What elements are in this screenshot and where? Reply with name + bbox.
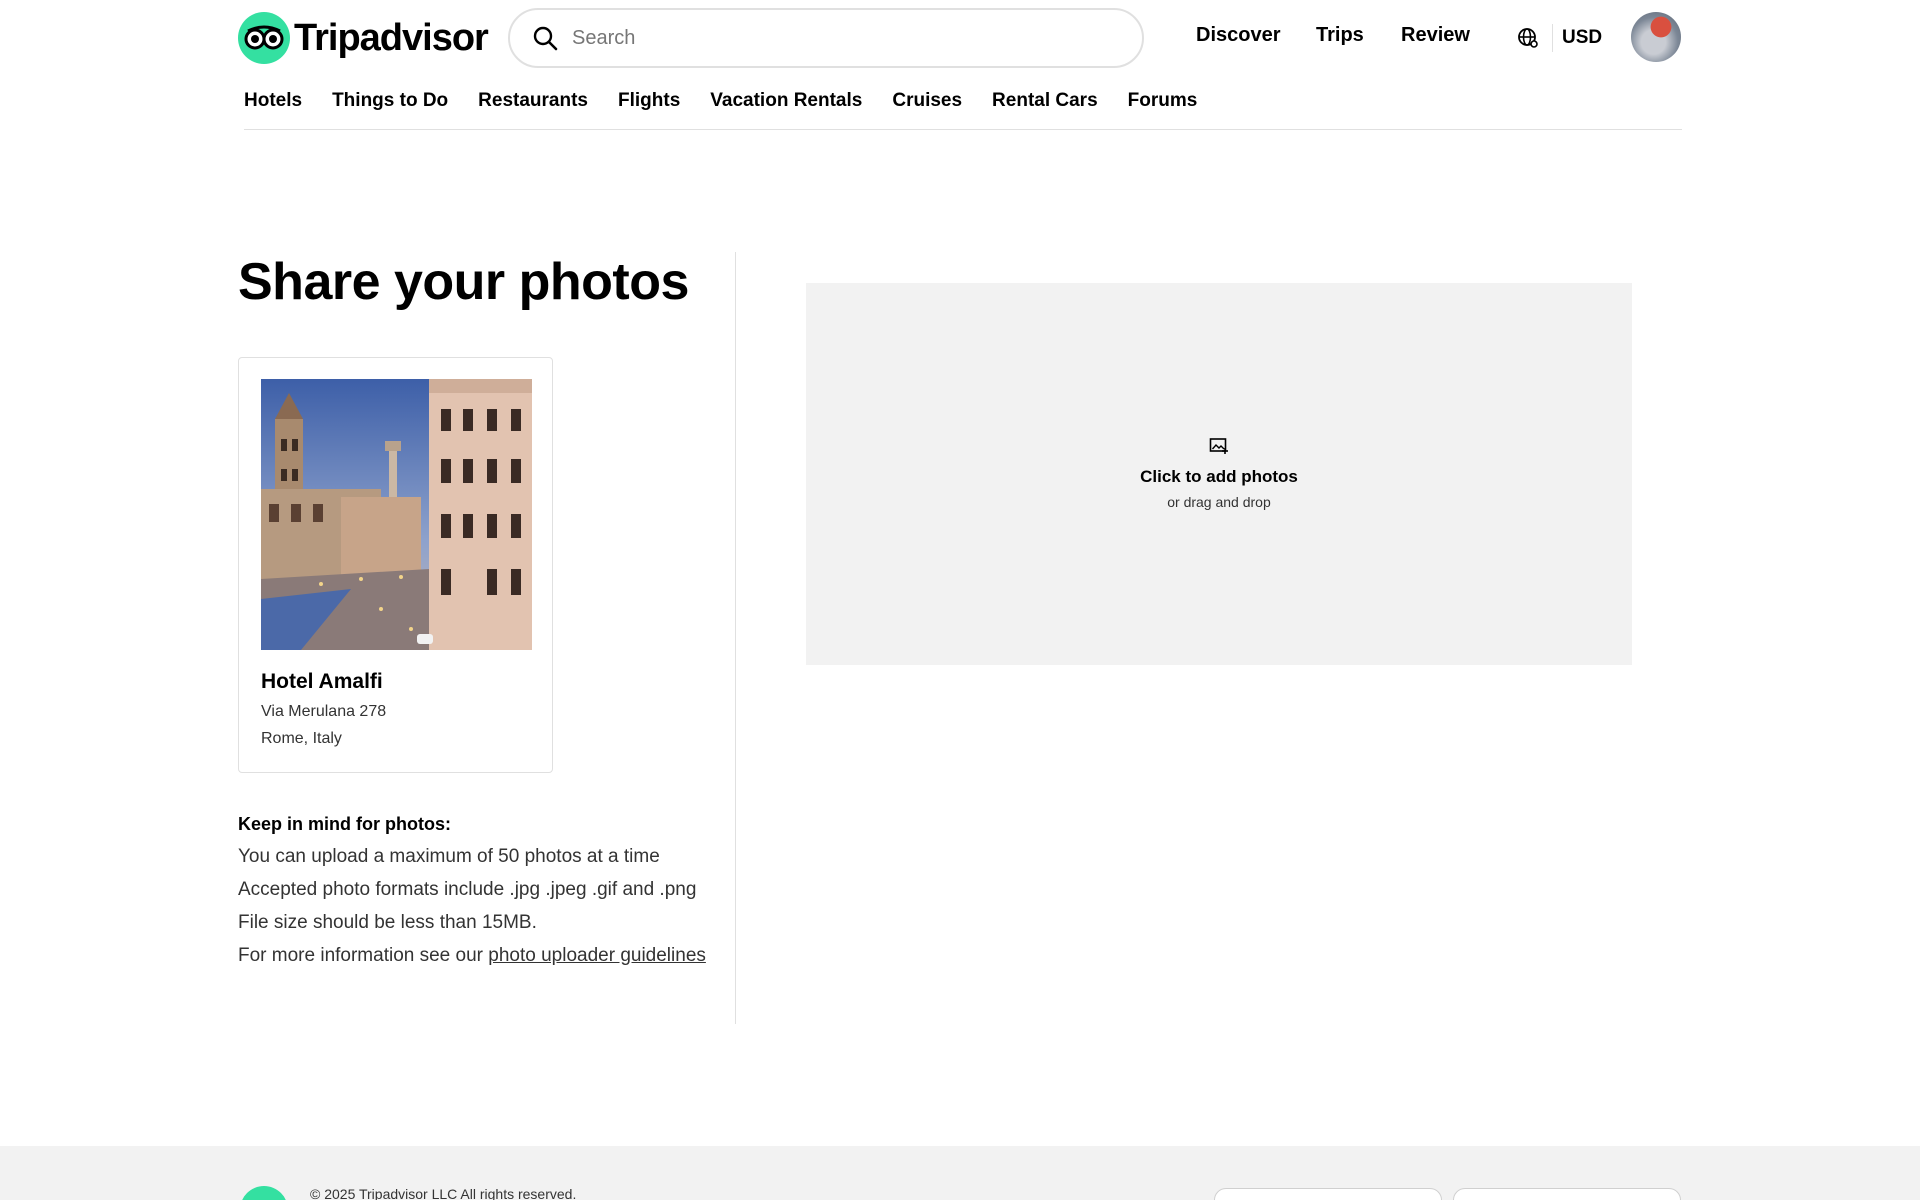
header-divider bbox=[1552, 24, 1553, 52]
add-photo-icon bbox=[1209, 438, 1228, 454]
page-title: Share your photos bbox=[238, 253, 689, 311]
upload-subtitle: or drag and drop bbox=[1167, 494, 1271, 510]
top-header: Tripadvisor Discover Trips Review USD bbox=[0, 0, 1920, 76]
tab-vacation-rentals[interactable]: Vacation Rentals bbox=[710, 90, 862, 112]
hotel-address: Via Merulana 278 bbox=[261, 703, 387, 720]
tab-rental-cars[interactable]: Rental Cars bbox=[992, 90, 1098, 112]
tab-things-to-do[interactable]: Things to Do bbox=[332, 90, 448, 112]
hotel-name: Hotel Amalfi bbox=[261, 670, 383, 693]
avatar[interactable] bbox=[1631, 12, 1681, 62]
guidelines-title: Keep in mind for photos: bbox=[238, 814, 451, 834]
currency-selector[interactable]: USD bbox=[1562, 27, 1602, 49]
footer-currency-selector[interactable] bbox=[1453, 1188, 1681, 1200]
photo-upload-dropzone[interactable]: Click to add photos or drag and drop bbox=[806, 283, 1632, 665]
upload-title: Click to add photos bbox=[1140, 467, 1298, 486]
tab-cruises[interactable]: Cruises bbox=[892, 90, 962, 112]
nav-review[interactable]: Review bbox=[1401, 24, 1470, 47]
footer: © 2025 Tripadvisor LLC All rights reserv… bbox=[0, 1146, 1920, 1200]
footer-region-selector[interactable] bbox=[1214, 1188, 1442, 1200]
more-info-text: For more information see our bbox=[238, 945, 489, 966]
footer-copyright: © 2025 Tripadvisor LLC All rights reserv… bbox=[310, 1186, 577, 1200]
logo-text: Tripadvisor bbox=[294, 16, 489, 59]
nav-discover[interactable]: Discover bbox=[1196, 24, 1281, 47]
nav-divider bbox=[244, 129, 1682, 130]
photo-guidelines: Keep in mind for photos: You can upload … bbox=[238, 814, 718, 975]
hotel-card: Hotel Amalfi Via Merulana 278 Rome, Ital… bbox=[238, 357, 553, 773]
tip-max-photos: You can upload a maximum of 50 photos at… bbox=[238, 846, 660, 867]
tab-restaurants[interactable]: Restaurants bbox=[478, 90, 588, 112]
tripadvisor-logo[interactable]: Tripadvisor bbox=[238, 12, 489, 64]
hotel-city: Rome, Italy bbox=[261, 730, 342, 747]
search-input[interactable] bbox=[572, 26, 1092, 50]
search-bar[interactable] bbox=[508, 8, 1144, 68]
guidelines-link[interactable]: photo uploader guidelines bbox=[488, 945, 706, 966]
tab-hotels[interactable]: Hotels bbox=[244, 90, 302, 112]
owl-logo-icon bbox=[238, 12, 290, 64]
category-nav: Hotels Things to Do Restaurants Flights … bbox=[244, 90, 1227, 112]
globe-icon[interactable] bbox=[1516, 26, 1540, 50]
tab-forums[interactable]: Forums bbox=[1128, 90, 1198, 112]
tip-formats: Accepted photo formats include .jpg .jpe… bbox=[238, 879, 697, 900]
hotel-photo bbox=[261, 379, 532, 650]
tip-more-info: For more information see our photo uploa… bbox=[238, 942, 718, 970]
search-icon bbox=[533, 26, 558, 51]
footer-logo-icon bbox=[240, 1186, 288, 1200]
column-divider bbox=[735, 252, 736, 1024]
tab-flights[interactable]: Flights bbox=[618, 90, 680, 112]
nav-trips[interactable]: Trips bbox=[1316, 24, 1364, 47]
tip-file-size: File size should be less than 15MB. bbox=[238, 912, 537, 933]
